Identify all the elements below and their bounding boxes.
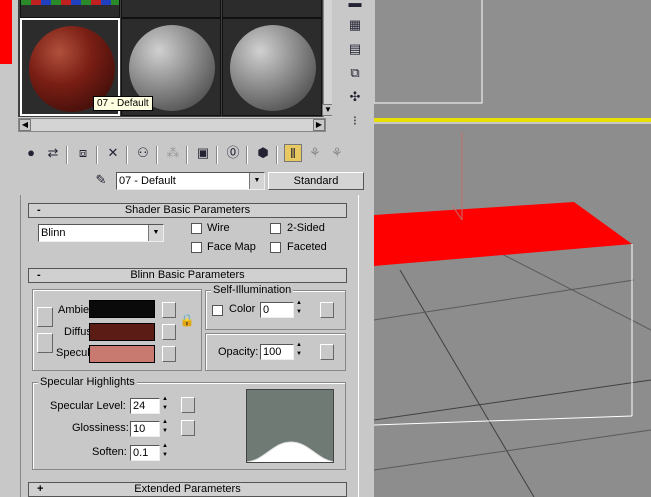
- material-name-field[interactable]: 07 - Default ▼: [116, 172, 265, 190]
- glossiness-map-button[interactable]: [181, 420, 195, 436]
- faceted-label: Faceted: [287, 241, 327, 253]
- extended-parameters-rollout-header[interactable]: + Extended Parameters: [28, 482, 347, 497]
- glossiness-spinner[interactable]: [161, 419, 171, 437]
- pick-material-eyedropper-icon[interactable]: ✎: [92, 171, 110, 189]
- material-toolbar: ● ⇄ ⧈ ✕ ⚇ ⁂ ▣ ⓪ ⬢ ⫴ ⚘ ⚘: [18, 142, 368, 168]
- specular-level-spinner[interactable]: [161, 396, 171, 414]
- go-forward-to-sibling-icon[interactable]: ⚘: [328, 144, 346, 162]
- wire-checkbox[interactable]: [191, 223, 202, 234]
- sample-slot-6[interactable]: [222, 18, 322, 116]
- two-sided-checkbox[interactable]: [270, 223, 281, 234]
- self-illum-color-label: Color: [229, 303, 256, 315]
- diffuse-color-swatch[interactable]: [89, 323, 155, 341]
- diffuse-map-button[interactable]: [162, 324, 176, 340]
- opacity-input[interactable]: 100: [260, 344, 294, 360]
- active-viewport-border: [374, 118, 651, 122]
- select-by-material-icon[interactable]: ⁝: [346, 112, 364, 130]
- material-editor: 07 - Default ▼ ◀ ▶ ▬ ▦ ▤ ⧉ ✣ ⁝ ● ⇄ ⧈ ✕ ⚇…: [0, 0, 374, 497]
- two-sided-label: 2-Sided: [287, 222, 325, 234]
- show-end-result-icon[interactable]: ⫴: [284, 144, 302, 162]
- rollout-collapse-toggle: -: [37, 204, 41, 216]
- copy-material-icon[interactable]: ⚇: [134, 144, 152, 162]
- red-box-object: [374, 202, 632, 266]
- make-unique-icon[interactable]: ⁂: [164, 144, 182, 162]
- material-name-dropdown-icon[interactable]: ▼: [249, 173, 264, 189]
- go-to-parent-icon[interactable]: ⚘: [306, 144, 324, 162]
- rollout-expand-toggle: +: [37, 483, 44, 495]
- lock-ambient-diffuse-map-icon[interactable]: [37, 307, 53, 327]
- face-map-checkbox[interactable]: [191, 242, 202, 253]
- background-icon[interactable]: ▦: [346, 16, 364, 34]
- lock-diffuse-specular-map-icon[interactable]: [37, 333, 53, 353]
- sample-slot-3[interactable]: [222, 0, 322, 18]
- glossiness-label: Glossiness:: [72, 422, 129, 434]
- scroll-left-arrow-icon[interactable]: ◀: [19, 119, 31, 131]
- options-icon[interactable]: ✣: [346, 88, 364, 106]
- material-sphere: [230, 25, 316, 111]
- glossiness-input[interactable]: 10: [130, 421, 160, 437]
- blinn-basic-rollout-header[interactable]: - Blinn Basic Parameters: [28, 268, 347, 283]
- assign-to-selection-icon[interactable]: ⧈: [74, 144, 92, 162]
- opacity-map-button[interactable]: [320, 344, 334, 360]
- specular-level-input[interactable]: 24: [130, 398, 160, 414]
- ambient-map-button[interactable]: [162, 302, 176, 318]
- red-edge: [0, 0, 12, 64]
- sample-slots: 07 - Default: [18, 0, 323, 117]
- self-illum-spinner[interactable]: [295, 300, 305, 318]
- side-toolbar: ▬ ▦ ▤ ⧉ ✣ ⁝: [332, 0, 374, 140]
- shader-dropdown-icon[interactable]: ▼: [148, 225, 163, 241]
- material-effects-channel-icon[interactable]: ⓪: [224, 144, 242, 162]
- video-color-check-icon[interactable]: ▤: [346, 40, 364, 58]
- viewport[interactable]: [374, 0, 651, 497]
- opacity-spinner[interactable]: [295, 342, 305, 360]
- self-illumination-title: Self-Illumination: [211, 284, 294, 296]
- scroll-right-arrow-icon[interactable]: ▶: [313, 119, 325, 131]
- opacity-label: Opacity:: [218, 346, 259, 358]
- put-to-scene-icon[interactable]: ⇄: [44, 144, 62, 162]
- soften-spinner[interactable]: [161, 443, 171, 461]
- soften-input[interactable]: 0.1: [130, 445, 160, 461]
- self-illum-color-checkbox[interactable]: [212, 305, 223, 316]
- put-to-library-icon[interactable]: ▣: [194, 144, 212, 162]
- get-material-icon[interactable]: ●: [22, 144, 40, 162]
- specular-color-swatch[interactable]: [89, 345, 155, 363]
- self-illum-value-input[interactable]: 0: [260, 302, 294, 318]
- specular-level-map-button[interactable]: [181, 397, 195, 413]
- viewport-canvas: [374, 0, 651, 497]
- specular-highlights-title: Specular Highlights: [38, 376, 137, 388]
- shader-basic-rollout-header[interactable]: - Shader Basic Parameters: [28, 203, 347, 218]
- highlight-curve-preview: [246, 389, 334, 463]
- wire-label: Wire: [207, 222, 230, 234]
- sample-type-icon[interactable]: ▬: [346, 0, 364, 12]
- show-map-in-viewport-icon[interactable]: ⬢: [254, 144, 272, 162]
- material-type-button[interactable]: Standard: [268, 172, 364, 190]
- ambient-color-swatch[interactable]: [89, 300, 155, 318]
- faceted-checkbox[interactable]: [270, 242, 281, 253]
- make-preview-icon[interactable]: ⧉: [346, 64, 364, 82]
- rollout-title: Blinn Basic Parameters: [130, 269, 245, 281]
- slots-horizontal-scrollbar[interactable]: ◀ ▶: [18, 118, 326, 132]
- face-map-label: Face Map: [207, 241, 256, 253]
- soften-label: Soften:: [92, 446, 127, 458]
- sample-slot-1[interactable]: [20, 0, 120, 18]
- rollout-title: Shader Basic Parameters: [124, 204, 251, 216]
- checker-pattern: [21, 0, 119, 5]
- reset-map-icon[interactable]: ✕: [104, 144, 122, 162]
- rollout-title: Extended Parameters: [134, 483, 241, 495]
- lock-icon[interactable]: 🔒: [179, 312, 195, 328]
- shader-type-select[interactable]: Blinn ▼: [38, 224, 164, 242]
- material-name-value: 07 - Default: [119, 175, 176, 187]
- highlight-curve: [247, 441, 333, 462]
- specular-level-label: Specular Level:: [50, 400, 126, 412]
- slot-tooltip: 07 - Default: [93, 96, 153, 111]
- shader-type-value: Blinn: [41, 227, 66, 239]
- specular-map-button[interactable]: [162, 346, 176, 362]
- sample-slot-2[interactable]: [121, 0, 221, 18]
- rollout-collapse-toggle: -: [37, 269, 41, 281]
- self-illum-map-button[interactable]: [320, 302, 334, 318]
